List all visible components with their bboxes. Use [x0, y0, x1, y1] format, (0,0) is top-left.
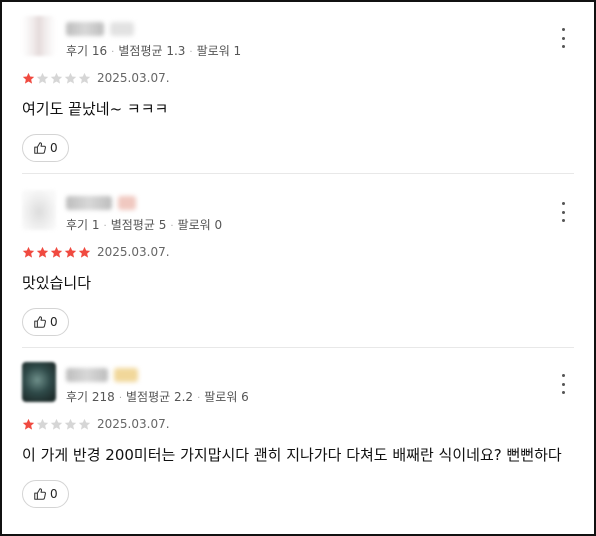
more-options-icon[interactable]: [558, 202, 568, 222]
more-options-icon[interactable]: [558, 374, 568, 394]
divider: [22, 173, 574, 174]
review-header: 후기 16 · 별점평균 1.3 · 팔로워 1: [22, 14, 574, 62]
review-date: 2025.03.07.: [97, 417, 170, 431]
separator-dot: ·: [118, 393, 122, 404]
reviewer-badge: [118, 196, 136, 210]
reviewer-stats: 후기 16 · 별점평균 1.3 · 팔로워 1: [66, 42, 241, 59]
star-rating: [22, 418, 91, 431]
review-item: 후기 218 · 별점평균 2.2 · 팔로워 6 2025.03.07. 이 가게 반…: [22, 360, 574, 508]
like-button[interactable]: 0: [22, 480, 69, 508]
star-filled-icon: [22, 72, 35, 84]
review-count: 후기 16: [66, 44, 108, 58]
star-empty-icon: [50, 418, 63, 430]
star-rating: [22, 72, 91, 85]
reviewer-name[interactable]: [66, 22, 104, 36]
review-list: 후기 16 · 별점평균 1.3 · 팔로워 1 2025.03.07. 여기도 끝났네…: [0, 0, 596, 536]
avatar[interactable]: [22, 362, 56, 402]
star-empty-icon: [64, 72, 77, 84]
reviewer-stats: 후기 218 · 별점평균 2.2 · 팔로워 6: [66, 388, 249, 405]
thumbs-up-icon: [34, 142, 46, 154]
review-header: 후기 218 · 별점평균 2.2 · 팔로워 6: [22, 360, 574, 408]
follower-count: 팔로워 0: [177, 218, 223, 232]
like-button[interactable]: 0: [22, 308, 69, 336]
rating-row: 2025.03.07.: [22, 242, 574, 262]
review-text: 맛있습니다: [22, 274, 92, 292]
review-count: 후기 218: [66, 390, 115, 404]
star-empty-icon: [64, 418, 77, 430]
separator-dot: ·: [111, 47, 115, 58]
star-filled-icon: [22, 246, 35, 258]
review-item: 후기 16 · 별점평균 1.3 · 팔로워 1 2025.03.07. 여기도 끝났네…: [22, 14, 574, 162]
review-text: 이 가게 반경 200미터는 가지맙시다 괜히 지나가다 다쳐도 배째란 식이네…: [22, 446, 562, 464]
separator-dot: ·: [189, 47, 193, 58]
star-empty-icon: [36, 418, 49, 430]
avatar[interactable]: [22, 190, 56, 230]
average-rating: 별점평균 1.3: [118, 44, 186, 58]
review-date: 2025.03.07.: [97, 245, 170, 259]
like-button[interactable]: 0: [22, 134, 69, 162]
like-count: 0: [50, 487, 58, 501]
review-item: 후기 1 · 별점평균 5 · 팔로워 0 2025.03.07. 맛있습니다 0: [22, 188, 574, 336]
average-rating: 별점평균 5: [110, 218, 167, 232]
more-options-icon[interactable]: [558, 28, 568, 48]
follower-count: 팔로워 1: [196, 44, 242, 58]
star-empty-icon: [36, 72, 49, 84]
follower-count: 팔로워 6: [204, 390, 249, 404]
thumbs-up-icon: [34, 488, 46, 500]
review-date: 2025.03.07.: [97, 71, 170, 85]
review-count: 후기 1: [66, 218, 100, 232]
star-empty-icon: [50, 72, 63, 84]
star-filled-icon: [22, 418, 35, 430]
separator-dot: ·: [103, 221, 107, 232]
reviewer-badge: [114, 368, 138, 382]
star-filled-icon: [78, 246, 91, 258]
like-count: 0: [50, 141, 58, 155]
star-filled-icon: [36, 246, 49, 258]
review-text: 여기도 끝났네~ ㅋㅋㅋ: [22, 100, 169, 118]
star-filled-icon: [64, 246, 77, 258]
star-filled-icon: [50, 246, 63, 258]
rating-row: 2025.03.07.: [22, 414, 574, 434]
avatar[interactable]: [22, 16, 56, 56]
average-rating: 별점평균 2.2: [126, 390, 194, 404]
thumbs-up-icon: [34, 316, 46, 328]
reviewer-name[interactable]: [66, 368, 108, 382]
reviewer-name[interactable]: [66, 196, 112, 210]
review-header: 후기 1 · 별점평균 5 · 팔로워 0: [22, 188, 574, 236]
star-empty-icon: [78, 72, 91, 84]
divider: [22, 347, 574, 348]
reviewer-badge: [110, 22, 134, 36]
like-count: 0: [50, 315, 58, 329]
separator-dot: ·: [170, 221, 174, 232]
star-empty-icon: [78, 418, 91, 430]
rating-row: 2025.03.07.: [22, 68, 574, 88]
reviewer-stats: 후기 1 · 별점평균 5 · 팔로워 0: [66, 216, 222, 233]
star-rating: [22, 246, 91, 259]
separator-dot: ·: [197, 393, 201, 404]
